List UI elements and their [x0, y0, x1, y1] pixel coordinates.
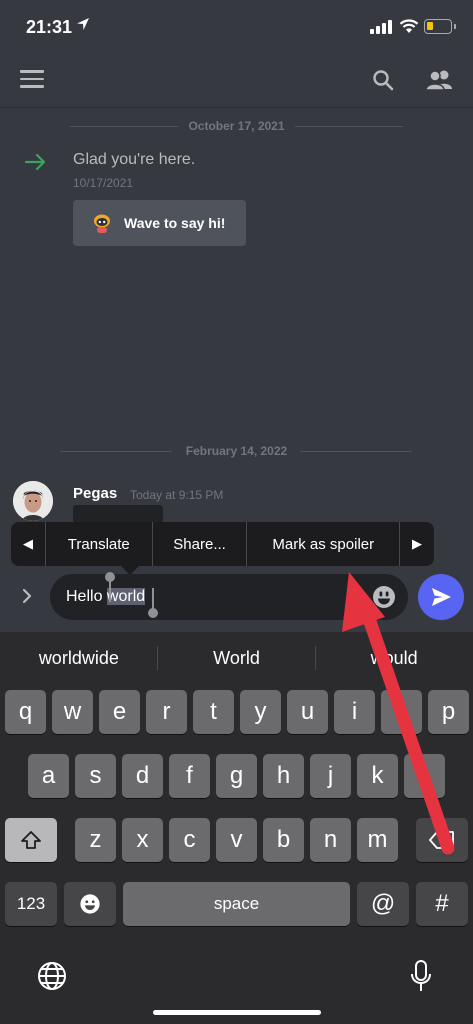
backspace-icon	[429, 831, 454, 849]
key-l[interactable]: l	[404, 754, 445, 798]
mark-as-spoiler-menu-item[interactable]: Mark as spoiler	[247, 522, 399, 566]
key-s[interactable]: s	[75, 754, 116, 798]
wifi-icon	[399, 19, 419, 33]
chevron-right-icon[interactable]	[16, 585, 38, 607]
search-icon[interactable]	[371, 68, 395, 92]
send-button[interactable]	[418, 574, 464, 620]
channel-header	[0, 52, 473, 108]
key-y[interactable]: y	[240, 690, 281, 734]
selected-text: world	[106, 588, 146, 605]
key-v[interactable]: v	[216, 818, 257, 862]
prediction-suggestion[interactable]: World	[158, 632, 316, 684]
send-icon	[432, 588, 451, 606]
wave-button[interactable]: Wave to say hi!	[73, 200, 246, 246]
text-edit-menu: ◀ Translate Share... Mark as spoiler ▶	[11, 522, 434, 575]
wumpus-wave-icon	[94, 214, 110, 233]
avatar-portrait-icon	[13, 481, 53, 521]
key-g[interactable]: g	[216, 754, 257, 798]
key-x[interactable]: x	[122, 818, 163, 862]
avatar[interactable]	[13, 481, 53, 521]
prediction-suggestion[interactable]: worldwide	[0, 632, 158, 684]
at-key[interactable]: @	[357, 882, 409, 926]
key-o[interactable]: o	[381, 690, 422, 734]
key-b[interactable]: b	[263, 818, 304, 862]
hamburger-menu-icon[interactable]	[20, 70, 44, 90]
key-j[interactable]: j	[310, 754, 351, 798]
selection-end-handle[interactable]	[148, 608, 158, 618]
message-input[interactable]: Hello world	[50, 572, 408, 620]
shift-icon	[21, 831, 41, 849]
home-indicator	[153, 1010, 321, 1015]
message-timestamp: Today at 9:15 PM	[130, 488, 224, 502]
status-bar: 21:31	[0, 0, 473, 52]
numbers-key[interactable]: 123	[5, 882, 57, 926]
menu-next-arrow-icon[interactable]: ▶	[400, 522, 434, 566]
key-m[interactable]: m	[357, 818, 398, 862]
key-e[interactable]: e	[99, 690, 140, 734]
battery-icon	[424, 19, 456, 34]
message-content-spoiler[interactable]	[73, 505, 163, 523]
hash-key[interactable]: #	[416, 882, 468, 926]
key-p[interactable]: p	[428, 690, 469, 734]
key-i[interactable]: i	[334, 690, 375, 734]
key-u[interactable]: u	[287, 690, 328, 734]
globe-icon[interactable]	[36, 960, 68, 992]
join-message-date: 10/17/2021	[73, 176, 134, 190]
key-z[interactable]: z	[75, 818, 116, 862]
key-r[interactable]: r	[146, 690, 187, 734]
status-time: 21:31	[26, 17, 73, 37]
key-f[interactable]: f	[169, 754, 210, 798]
key-q[interactable]: q	[5, 690, 46, 734]
key-d[interactable]: d	[122, 754, 163, 798]
join-message-text: Glad you're here.	[73, 151, 196, 168]
date-divider: October 17, 2021	[0, 119, 473, 133]
emoji-icon[interactable]	[372, 585, 396, 609]
share-menu-item[interactable]: Share...	[153, 522, 247, 566]
key-n[interactable]: n	[310, 818, 351, 862]
signal-icon	[370, 20, 392, 34]
emoji-key[interactable]	[64, 882, 116, 926]
key-a[interactable]: a	[28, 754, 69, 798]
key-t[interactable]: t	[193, 690, 234, 734]
microphone-icon[interactable]	[410, 960, 432, 992]
space-key[interactable]: space	[123, 882, 350, 926]
shift-key[interactable]	[5, 818, 57, 862]
join-arrow-icon	[24, 153, 46, 171]
selection-start-handle[interactable]	[105, 572, 115, 582]
location-icon	[77, 18, 89, 30]
menu-prev-arrow-icon[interactable]: ◀	[11, 522, 45, 566]
date-divider: February 14, 2022	[0, 444, 473, 458]
key-w[interactable]: w	[52, 690, 93, 734]
wave-button-label: Wave to say hi!	[124, 215, 226, 231]
key-k[interactable]: k	[357, 754, 398, 798]
prediction-suggestion[interactable]: would	[315, 632, 473, 684]
prediction-bar: worldwide World would	[0, 632, 473, 684]
backspace-key[interactable]	[416, 818, 468, 862]
emoji-icon	[80, 894, 100, 914]
translate-menu-item[interactable]: Translate	[46, 522, 152, 566]
key-h[interactable]: h	[263, 754, 304, 798]
message-author[interactable]: Pegas	[73, 485, 117, 502]
members-icon[interactable]	[424, 68, 454, 92]
message-input-text[interactable]: Hello world	[66, 588, 146, 606]
key-c[interactable]: c	[169, 818, 210, 862]
keyboard: worldwide World would q w e r t y u i o …	[0, 632, 473, 1024]
